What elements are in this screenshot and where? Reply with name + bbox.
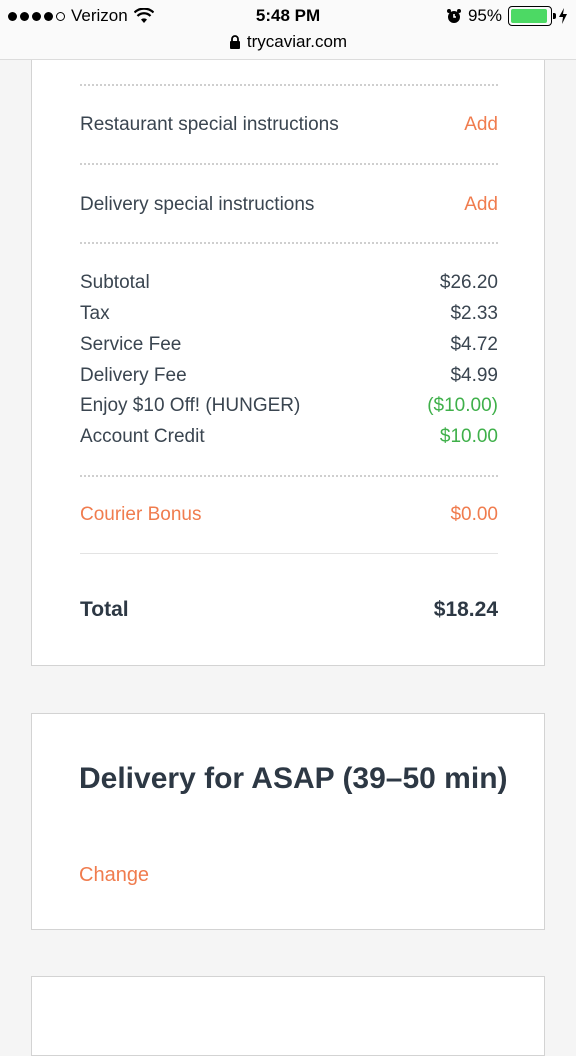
delivery-time-card: Delivery for ASAP (39–50 min) Change [31, 713, 545, 930]
line-label: Subtotal [80, 272, 150, 293]
promo-row: Enjoy $10 Off! (HUNGER) ($10.00) [80, 395, 498, 417]
charging-icon [559, 8, 567, 24]
line-value: $10.00 [439, 426, 498, 447]
address-bar[interactable]: trycaviar.com [0, 32, 576, 52]
delivery-instructions-row: Delivery special instructions Add [80, 194, 498, 216]
divider [80, 242, 498, 244]
tax-row: Tax $2.33 [80, 303, 498, 325]
line-value: ($10.00) [427, 395, 498, 416]
delivery-title: Delivery for ASAP (39–50 min) [79, 762, 508, 795]
alarm-icon [446, 9, 461, 23]
lock-icon [229, 35, 240, 49]
restaurant-instructions-row: Restaurant special instructions Add [80, 114, 498, 136]
battery-area: 95% [446, 6, 568, 26]
courier-bonus-label: Courier Bonus [80, 504, 202, 525]
line-value: $26.20 [439, 272, 498, 293]
courier-bonus-row[interactable]: Courier Bonus $0.00 [80, 504, 498, 526]
battery-percent: 95% [467, 6, 502, 25]
add-delivery-instructions-button[interactable]: Add [464, 194, 498, 216]
add-restaurant-instructions-button[interactable]: Add [464, 114, 498, 136]
order-summary-card: Restaurant special instructions Add Deli… [31, 60, 545, 666]
change-delivery-time-link[interactable]: Change [79, 864, 149, 887]
total-row: Total $18.24 [80, 598, 498, 622]
line-value: $4.72 [450, 334, 498, 355]
divider [80, 553, 498, 554]
delivery-instructions-label: Delivery special instructions [80, 194, 315, 215]
line-value: $2.33 [450, 303, 498, 324]
line-label: Tax [80, 303, 110, 324]
total-value: $18.24 [433, 598, 498, 621]
delivery-fee-row: Delivery Fee $4.99 [80, 365, 498, 387]
line-value: $4.99 [450, 365, 498, 386]
battery-icon [508, 6, 556, 26]
url-text: trycaviar.com [246, 32, 348, 51]
line-label: Account Credit [80, 426, 205, 447]
battery-fill [511, 9, 548, 23]
courier-bonus-value: $0.00 [450, 504, 498, 525]
service-fee-row: Service Fee $4.72 [80, 334, 498, 356]
account-credit-row: Account Credit $10.00 [80, 426, 498, 448]
divider [80, 475, 498, 477]
line-label: Enjoy $10 Off! (HUNGER) [80, 395, 301, 416]
line-label: Delivery Fee [80, 365, 187, 386]
line-label: Service Fee [80, 334, 182, 355]
next-section-card [31, 976, 545, 1056]
total-label: Total [80, 598, 129, 621]
divider [80, 84, 498, 86]
subtotal-row: Subtotal $26.20 [80, 272, 498, 294]
divider [80, 163, 498, 165]
restaurant-instructions-label: Restaurant special instructions [80, 114, 339, 135]
status-bar: Verizon 5:48 PM 95% trycaviar.com [0, 0, 576, 60]
